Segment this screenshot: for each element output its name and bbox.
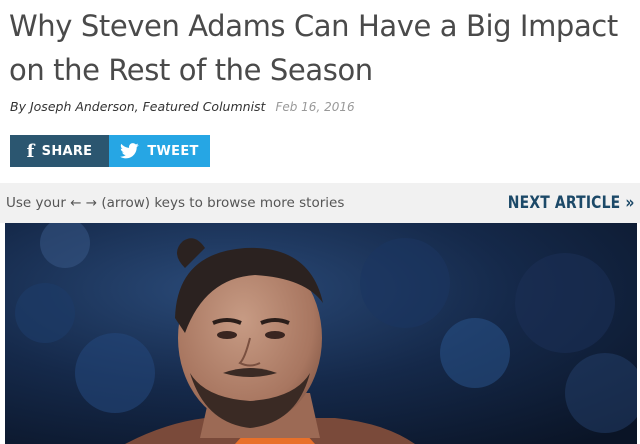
twitter-bird-icon [120, 143, 140, 159]
next-article-link[interactable]: NEXT ARTICLE » [507, 193, 634, 213]
player-photo [5, 223, 637, 444]
publish-date: Feb 16, 2016 [275, 100, 355, 114]
hero-image [5, 223, 637, 444]
facebook-f-icon: f [26, 140, 35, 162]
share-button[interactable]: f SHARE [10, 135, 109, 167]
keyboard-hint: Use your ← → (arrow) keys to browse more… [6, 195, 345, 211]
share-label: SHARE [41, 143, 93, 159]
story-navigation-bar: Use your ← → (arrow) keys to browse more… [0, 183, 640, 223]
tweet-label: TWEET [147, 143, 199, 159]
byline: By Joseph Anderson, Featured Columnist F… [10, 99, 355, 114]
article-title: Why Steven Adams Can Have a Big Impact o… [9, 9, 618, 87]
author-link[interactable]: Joseph Anderson, Featured Columnist [30, 99, 266, 114]
byline-prefix: By [10, 99, 26, 114]
share-buttons: f SHARE TWEET [10, 135, 210, 167]
tweet-button[interactable]: TWEET [109, 135, 210, 167]
